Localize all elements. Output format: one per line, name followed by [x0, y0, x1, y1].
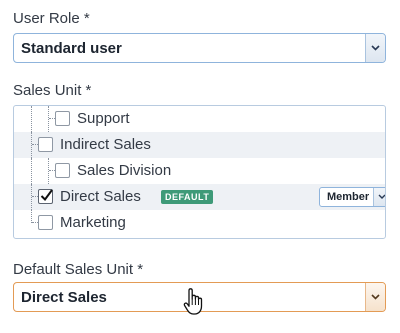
user-role-dropdown-button[interactable] [365, 34, 385, 62]
default-sales-unit-dropdown-button[interactable] [365, 283, 385, 311]
tree-guide [31, 184, 32, 210]
chevron-down-icon [371, 45, 380, 51]
member-role-select[interactable]: Member [319, 187, 385, 207]
tree-row-direct-sales[interactable]: Direct Sales DEFAULT Member [14, 184, 385, 210]
support-checkbox[interactable] [55, 111, 70, 126]
member-role-dropdown-button[interactable] [373, 188, 385, 206]
member-role-value: Member [327, 191, 370, 203]
tree-guide [48, 106, 49, 132]
tree-row-support[interactable]: Support [14, 106, 385, 132]
checkmark-icon [40, 189, 53, 202]
user-role-value: Standard user [21, 40, 122, 57]
user-role-select[interactable]: Standard user [13, 33, 386, 63]
tree-guide [31, 106, 32, 132]
default-badge: DEFAULT [161, 190, 214, 204]
default-sales-unit-value: Direct Sales [21, 289, 107, 306]
tree-row-indirect-sales[interactable]: Indirect Sales [14, 132, 385, 158]
sales-division-checkbox[interactable] [55, 163, 70, 178]
tree-guide [31, 132, 32, 158]
indirect-sales-checkbox[interactable] [38, 137, 53, 152]
user-role-label: User Role * [13, 10, 90, 27]
default-sales-unit-label: Default Sales Unit * [13, 261, 144, 278]
hand-pointer-cursor-icon [183, 288, 203, 315]
tree-row-marketing[interactable]: Marketing [14, 210, 385, 236]
tree-item-label: Marketing [60, 214, 126, 231]
tree-guide [31, 158, 32, 184]
sales-unit-tree[interactable]: Support Indirect Sales Sales Division Di… [13, 105, 386, 239]
tree-guide [48, 158, 49, 184]
sales-unit-label: Sales Unit * [13, 82, 92, 99]
tree-item-label: Direct Sales [60, 188, 141, 205]
marketing-checkbox[interactable] [38, 215, 53, 230]
tree-item-label: Support [77, 110, 130, 127]
chevron-down-icon [371, 294, 380, 300]
tree-item-label: Sales Division [77, 162, 172, 179]
chevron-down-icon [378, 194, 385, 199]
tree-row-sales-division[interactable]: Sales Division [14, 158, 385, 184]
direct-sales-checkbox[interactable] [38, 189, 53, 204]
tree-item-label: Indirect Sales [60, 136, 151, 153]
